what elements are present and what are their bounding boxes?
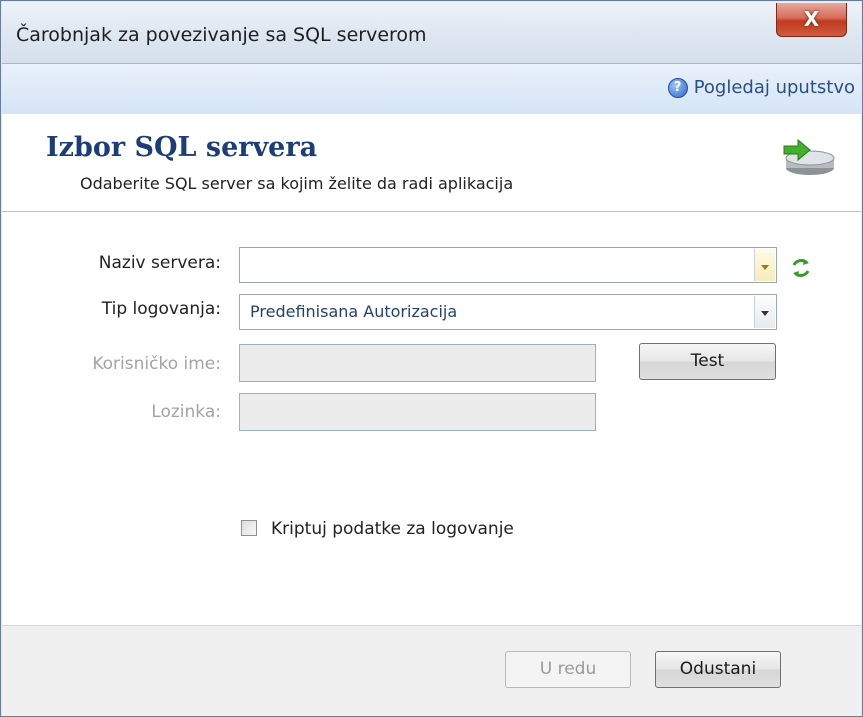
encrypt-checkbox-label[interactable]: Kriptuj podatke za logovanje	[271, 519, 514, 539]
wizard-window: Čarobnjak za povezivanje sa SQL serverom…	[0, 0, 863, 717]
login-type-label: Tip logovanja:	[101, 299, 221, 319]
help-icon: ?	[667, 78, 688, 98]
close-icon: X	[803, 7, 820, 31]
chevron-down-icon[interactable]	[754, 296, 775, 328]
help-bar: ? Pogledaj uputstvo	[2, 63, 861, 115]
page-title: Izbor SQL servera	[46, 132, 318, 163]
ok-button[interactable]: U redu	[505, 651, 631, 688]
password-field[interactable]	[239, 393, 596, 431]
test-button[interactable]: Test	[639, 343, 776, 380]
title-bar[interactable]: Čarobnjak za povezivanje sa SQL serverom…	[2, 2, 861, 63]
close-button[interactable]: X	[776, 3, 847, 37]
login-type-value: Predefinisana Autorizacija	[250, 302, 458, 321]
encrypt-checkbox[interactable]	[241, 520, 257, 536]
window-title: Čarobnjak za povezivanje sa SQL serverom	[16, 24, 427, 46]
password-label: Lozinka:	[151, 402, 221, 422]
server-name-combobox[interactable]	[239, 247, 777, 283]
page-subtitle: Odaberite SQL server sa kojim želite da …	[80, 174, 514, 193]
username-label: Korisničko ime:	[92, 354, 221, 374]
refresh-icon[interactable]	[790, 257, 812, 279]
login-type-select[interactable]: Predefinisana Autorizacija	[239, 294, 777, 330]
dialog-footer: U redu Odustani	[2, 625, 861, 716]
help-link[interactable]: ? Pogledaj uputstvo	[667, 77, 855, 98]
cancel-button[interactable]: Odustani	[655, 651, 781, 688]
page-header: Izbor SQL servera Odaberite SQL server s…	[2, 114, 861, 212]
username-field[interactable]	[239, 344, 596, 382]
help-link-label: Pogledaj uputstvo	[693, 77, 855, 98]
chevron-down-icon[interactable]	[754, 249, 775, 281]
database-arrow-icon	[783, 138, 835, 175]
server-name-label: Naziv servera:	[98, 253, 221, 273]
